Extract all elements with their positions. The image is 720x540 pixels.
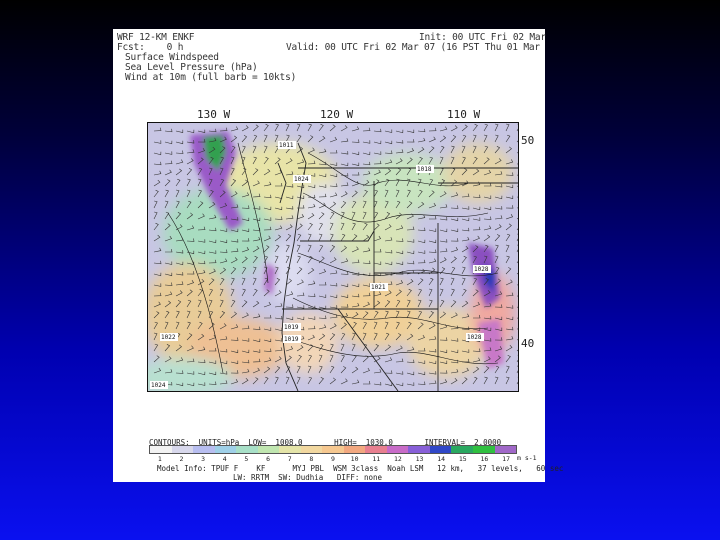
colorbar-tick-label: 13: [415, 455, 424, 463]
lon-label-120w: 120 W: [320, 108, 354, 121]
radiation-info: LW: RRTM SW: Dudhia DIFF: none: [233, 473, 383, 482]
colorbar-swatch: [171, 446, 194, 453]
colorbar-unit: m s-1: [517, 454, 537, 462]
contour-info: CONTOURS: UNITS=hPa LOW= 1008.0 HIGH= 10…: [149, 438, 502, 447]
lat-label-50: 50: [521, 134, 535, 147]
field-name-wind: Wind at 10m (full barb = 10kts): [125, 72, 297, 83]
colorbar-swatch: [472, 446, 495, 453]
colorbar-tick-label: 15: [458, 455, 467, 463]
pressure-label: 1028: [467, 334, 482, 341]
colorbar-tick-label: 6: [266, 455, 270, 463]
colorbar-swatch: [408, 446, 430, 453]
colorbar-tick-label: 16: [480, 455, 489, 463]
colorbar-swatch: [193, 446, 215, 453]
colorbar-swatch: [494, 446, 517, 453]
colorbar-tick-label: 9: [330, 455, 335, 463]
colorbar-tick-label: 11: [372, 455, 381, 463]
lon-label-130w: 130 W: [197, 108, 231, 121]
colorbar-swatch: [343, 446, 366, 453]
colorbar-tick-label: 4: [222, 455, 227, 463]
pressure-label: 1022: [161, 334, 176, 341]
colorbar-labels: 1 2 3 4 5 6 7 8 9 10 11 12 13 14 15 16 17: [149, 455, 517, 464]
pressure-label: 1021: [371, 284, 386, 291]
colorbar-tick-label: 10: [350, 455, 359, 463]
colorbar-swatch: [322, 446, 344, 453]
colorbar-swatch: [214, 446, 237, 453]
model-physics-info: Model Info: TPUF F KF MYJ PBL WSM 3class…: [157, 464, 564, 473]
colorbar-swatch: [150, 446, 172, 453]
lon-label-110w: 110 W: [447, 108, 481, 121]
colorbar-tick-label: 12: [393, 455, 402, 463]
colorbar-tick-label: 1: [157, 455, 162, 463]
colorbar-tick-label: 7: [287, 455, 292, 463]
colorbar-swatch: [279, 446, 301, 453]
pressure-label: 1019: [284, 324, 299, 331]
colorbar-tick-label: 3: [201, 455, 206, 463]
colorbar-swatch: [236, 446, 258, 453]
colorbar-tick-label: 8: [309, 455, 314, 463]
pressure-label: 1018: [417, 166, 432, 173]
lat-label-40: 40: [521, 337, 535, 350]
colorbar-swatch: [257, 446, 280, 453]
weather-map-panel: WRF 12-KM ENKF Fcst: 0 h Surface Windspe…: [113, 29, 563, 482]
colorbar-swatch: [386, 446, 409, 453]
pressure-label: 1024: [151, 382, 166, 389]
pressure-label: 1028: [474, 266, 489, 273]
pressure-label: 1019: [284, 336, 299, 343]
map-canvas: 1011 1024 1018 1019 1019 1021 1028 1028 …: [148, 123, 518, 391]
colorbar-tick-label: 5: [244, 455, 249, 463]
pressure-label: 1011: [279, 142, 294, 149]
valid-time: Valid: 00 UTC Fri 02 Mar 07 (16 PST Thu …: [286, 42, 540, 53]
colorbar-tick-label: 14: [437, 455, 446, 463]
colorbar-tick-label: 17: [502, 455, 510, 463]
colorbar-swatch: [365, 446, 387, 453]
wind-pressure-map: 1011 1024 1018 1019 1019 1021 1028 1028 …: [147, 122, 519, 392]
colorbar-swatch: [451, 446, 473, 453]
pressure-label: 1024: [294, 176, 309, 183]
colorbar-swatch: [429, 446, 452, 453]
colorbar-tick-label: 2: [179, 455, 184, 463]
colorbar-swatch: [300, 446, 323, 453]
